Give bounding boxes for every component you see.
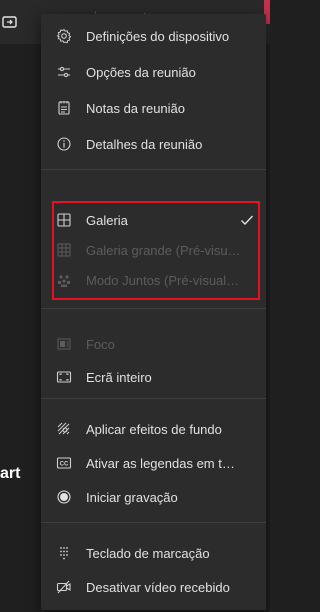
menu-item-label: Ativar as legendas em tempo real: [86, 455, 242, 471]
menu-item-turn-off-incoming-video[interactable]: Desativar vídeo recebido: [41, 569, 266, 605]
more-options-menu: Definições do dispositivo Opções da reun…: [41, 14, 266, 610]
menu-item-label: Modo Juntos (Pré-visualização): [86, 272, 242, 288]
menu-item-label: Iniciar gravação: [86, 489, 178, 505]
menu-item-label: Teclado de marcação: [86, 545, 210, 561]
large-gallery-icon: [56, 242, 72, 258]
menu-item-label: Ecrã inteiro: [86, 369, 152, 385]
menu-item-background-effects[interactable]: Aplicar efeitos de fundo: [41, 411, 266, 447]
record-icon: [56, 489, 72, 505]
menu-item-meeting-notes[interactable]: Notas da reunião: [41, 90, 266, 126]
menu-item-meeting-options[interactable]: Opções da reunião: [41, 54, 266, 90]
menu-separator: [41, 522, 266, 523]
checkmark-icon: [241, 215, 254, 226]
background-effects-icon: [56, 421, 72, 437]
dialpad-icon: [56, 545, 72, 561]
background-text: art: [0, 465, 21, 482]
menu-item-label: Notas da reunião: [86, 100, 186, 116]
menu-separator: [41, 169, 266, 170]
video-off-icon: [56, 579, 72, 595]
menu-item-start-recording[interactable]: Iniciar gravação: [41, 479, 266, 515]
together-mode-icon: [56, 272, 72, 288]
menu-item-label: Foco: [86, 336, 115, 352]
menu-item-label: Galeria: [86, 212, 128, 228]
info-icon: [56, 136, 72, 152]
menu-item-label: Aplicar efeitos de fundo: [86, 421, 222, 437]
menu-item-dialpad[interactable]: Teclado de marcação: [41, 535, 266, 571]
menu-separator: [41, 308, 266, 309]
svg-text:CC: CC: [60, 462, 69, 468]
focus-icon: [56, 336, 72, 352]
menu-item-label: Definições do dispositivo: [86, 28, 230, 44]
captions-icon: CC: [56, 455, 72, 471]
menu-item-label: Desativar vídeo recebido: [86, 579, 230, 595]
menu-item-label: Opções da reunião: [86, 64, 196, 80]
menu-separator: [41, 398, 266, 399]
gallery-icon: [56, 212, 72, 228]
menu-item-focus: Foco: [41, 326, 266, 362]
menu-item-device-settings[interactable]: Definições do dispositivo: [41, 18, 266, 54]
menu-item-together-mode: Modo Juntos (Pré-visualização): [41, 262, 266, 298]
gear-icon: [56, 28, 72, 44]
menu-item-meeting-details[interactable]: Detalhes da reunião: [41, 126, 266, 162]
meeting-stage: art •••: [0, 0, 270, 612]
menu-item-label: Detalhes da reunião: [86, 136, 203, 152]
share-screen-button[interactable]: [0, 10, 22, 34]
options-icon: [56, 64, 72, 80]
fullscreen-icon: [56, 369, 72, 385]
menu-item-live-captions[interactable]: CC Ativar as legendas em tempo real: [41, 445, 266, 481]
notes-icon: [56, 100, 72, 116]
menu-item-label: Galeria grande (Pré-visualização): [86, 242, 242, 258]
share-screen-icon: [2, 16, 17, 28]
menu-item-fullscreen[interactable]: Ecrã inteiro: [41, 359, 266, 395]
